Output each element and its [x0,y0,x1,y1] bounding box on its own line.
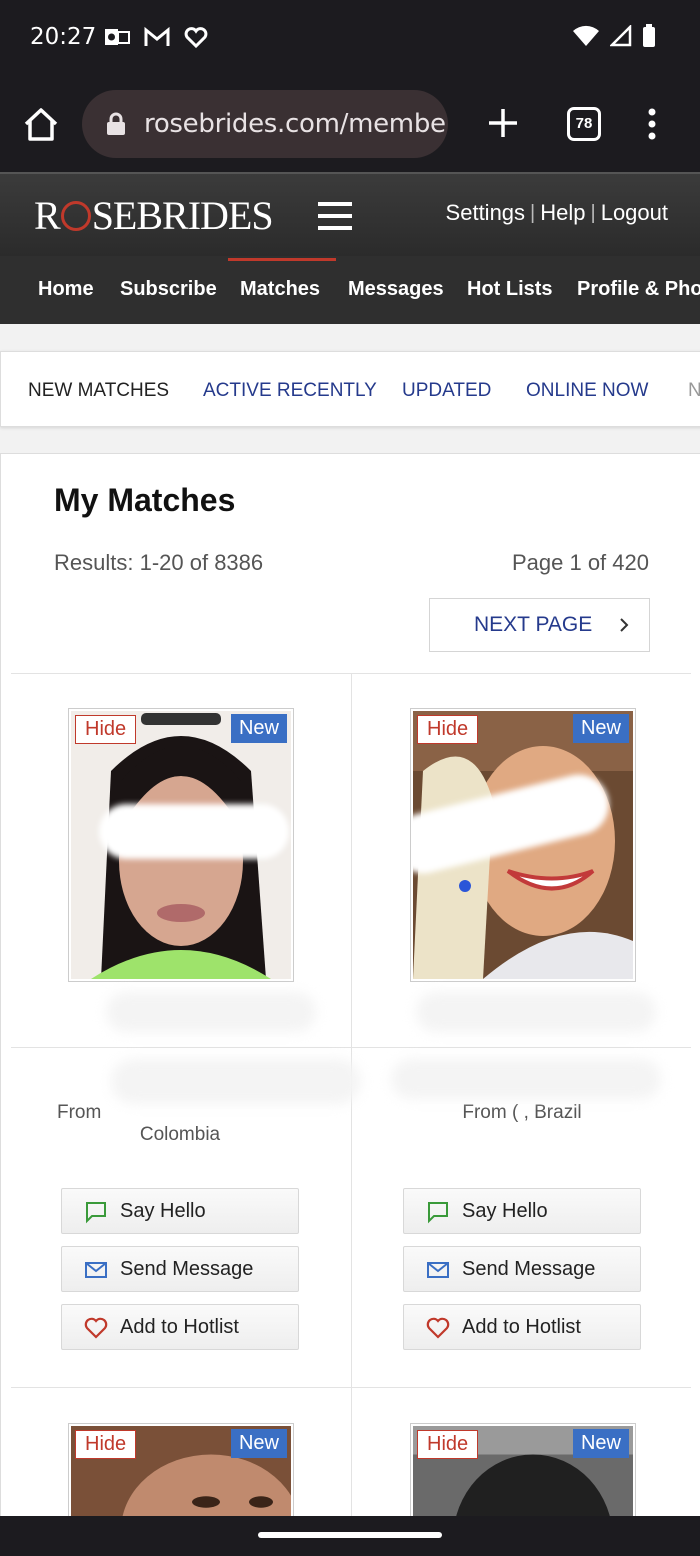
new-badge: New [230,714,287,743]
send-message-button[interactable]: Send Message [61,1246,299,1292]
page-indicator: Page 1 of 420 [511,550,649,575]
tab-switcher-button[interactable]: 78 [567,107,601,141]
address-bar[interactable]: rosebrides.com/membe [82,90,448,158]
tab-next-partial[interactable]: N [688,380,700,402]
help-link[interactable]: Help [540,200,585,226]
page-title: My Matches [54,482,236,518]
hide-badge[interactable]: Hide [75,1430,137,1459]
envelope-icon [85,1262,107,1278]
say-hello-button[interactable]: Say Hello [403,1188,641,1234]
send-message-button[interactable]: Send Message [403,1246,641,1292]
overflow-menu-icon[interactable] [646,108,658,140]
nav-home[interactable]: Home [38,278,94,301]
profile-photo[interactable]: Hide New [410,1423,636,1522]
system-navigation-bar [0,1516,700,1556]
redacted-name [106,992,316,1032]
hide-badge[interactable]: Hide [75,715,137,744]
say-hello-button[interactable]: Say Hello [61,1188,299,1234]
nav-subscribe[interactable]: Subscribe [120,278,217,301]
status-time: 20:27 [30,24,97,50]
cell-signal-icon [610,25,632,47]
rose-logo-icon [60,201,91,231]
status-bar: 20:27 [0,0,700,80]
heart-icon [426,1317,450,1339]
redacted-name [416,992,656,1032]
site-header: R SEBRIDES Settings | Help | Logout [0,172,700,256]
profile-photo[interactable]: Hide New [410,708,636,982]
site-logo[interactable]: R SEBRIDES [34,192,274,239]
redaction-mark [99,804,289,859]
next-page-label: NEXT PAGE [474,613,593,636]
tab-new-matches[interactable]: NEW MATCHES [28,380,169,402]
nav-messages[interactable]: Messages [348,278,444,301]
heart-notification-icon [184,27,208,48]
redacted-location [391,1059,661,1099]
chat-bubble-icon [428,1202,448,1224]
gmail-notification-icon [144,26,170,46]
profile-photo[interactable]: Hide New [68,708,294,982]
profile-photo[interactable]: Hide New [68,1423,294,1522]
logout-link[interactable]: Logout [601,200,668,226]
location-country: Colombia [139,1124,221,1145]
home-gesture-handle[interactable] [258,1532,442,1538]
results-count: Results: 1-20 of 8386 [54,550,264,575]
nav-matches[interactable]: Matches [240,278,320,301]
hide-badge[interactable]: Hide [417,1430,479,1459]
nav-hot-lists[interactable]: Hot Lists [467,278,553,301]
match-filter-tabs: NEW MATCHES ACTIVE RECENTLY UPDATED ONLI… [0,351,700,427]
home-icon[interactable] [22,106,60,144]
next-page-button[interactable]: NEXT PAGE [429,598,650,652]
chevron-right-icon [620,618,629,632]
location-text: From [57,1102,102,1123]
lock-icon [107,112,125,135]
battery-icon [643,24,655,47]
account-links: Settings | Help | Logout [445,200,668,226]
envelope-icon [427,1262,449,1278]
location-text: From ( , Brazil [462,1102,582,1123]
add-to-hotlist-button[interactable]: Add to Hotlist [403,1304,641,1350]
hide-badge[interactable]: Hide [417,715,479,744]
chat-bubble-icon [86,1202,106,1224]
browser-toolbar: rosebrides.com/membe 78 [0,80,700,172]
tab-updated[interactable]: UPDATED [402,380,491,402]
main-nav: Home Subscribe Matches Messages Hot List… [0,256,700,324]
settings-link[interactable]: Settings [446,200,526,226]
wifi-icon [573,25,599,46]
tab-online-now[interactable]: ONLINE NOW [526,380,648,402]
new-badge: New [572,714,629,743]
add-to-hotlist-button[interactable]: Add to Hotlist [61,1304,299,1350]
heart-icon [84,1317,108,1339]
new-tab-icon[interactable] [486,106,520,140]
tab-active-recently[interactable]: ACTIVE RECENTLY [203,380,377,402]
new-badge: New [230,1429,287,1458]
url-text: rosebrides.com/membe [144,109,446,139]
matches-panel: My Matches Results: 1-20 of 8386 Page 1 … [0,453,700,1523]
nav-profile-photos[interactable]: Profile & Pho [577,278,700,301]
active-tab-indicator [228,258,336,261]
outlook-notification-icon [105,29,130,45]
hamburger-menu-icon[interactable] [318,202,352,238]
new-badge: New [572,1429,629,1458]
redacted-location [111,1059,361,1104]
